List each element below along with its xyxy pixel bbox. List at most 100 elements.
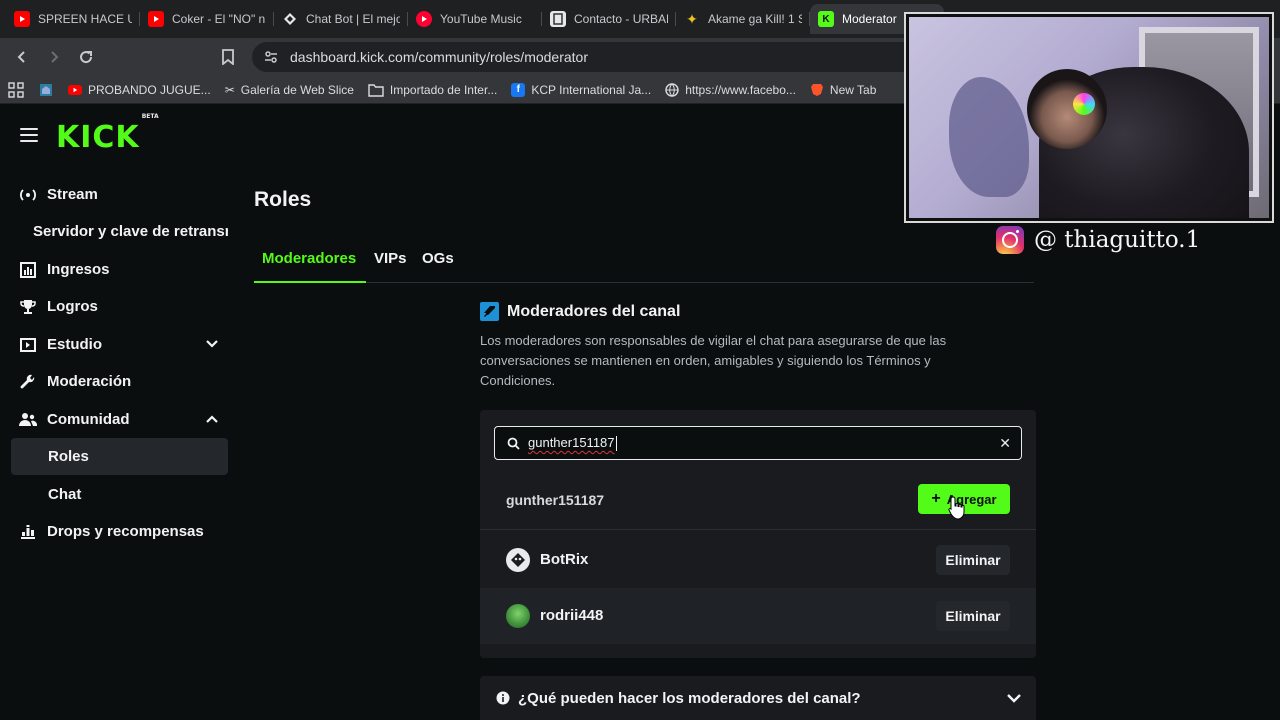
bookmark-item[interactable]: f KCP International Ja... — [511, 82, 652, 97]
apps-grid-icon[interactable] — [8, 81, 24, 98]
back-button[interactable] — [8, 43, 36, 71]
info-icon — [496, 691, 510, 705]
forward-button[interactable] — [40, 43, 68, 71]
moderator-name: rodrii448 — [540, 607, 604, 624]
brave-icon — [810, 83, 823, 96]
studio-icon — [19, 336, 37, 354]
instagram-handle: @ thiaguitto.1 — [1034, 227, 1201, 253]
sidebar-item-label: Estudio — [47, 336, 102, 353]
sidebar-item-label: Stream — [47, 186, 98, 203]
screen: SPREEN HACE UN Coker - El "NO" n Chat Bo… — [0, 0, 1280, 720]
sidebar-item-server-key[interactable]: Servidor y clave de retransm — [11, 213, 228, 250]
instagram-overlay: @ thiaguitto.1 — [996, 226, 1200, 254]
kick-logo[interactable]: KICKBETA — [56, 113, 159, 155]
bookmark-label: New Tab — [829, 82, 877, 97]
sidebar: KICKBETA Stream Servidor y clave de retr… — [0, 104, 240, 720]
hamburger-menu-icon[interactable] — [20, 128, 38, 142]
kick-icon: K — [818, 11, 834, 27]
bookmark-item[interactable]: ✂ Galería de Web Slice — [225, 83, 354, 97]
streamer-head — [1027, 69, 1107, 149]
sidebar-item-label: Roles — [48, 448, 89, 465]
folder-icon — [368, 83, 384, 97]
trophy-icon — [19, 298, 37, 316]
bookmark-house-icon[interactable] — [38, 82, 54, 98]
tab-label: YouTube Music — [440, 12, 522, 26]
facebook-icon: f — [511, 82, 526, 97]
bookmark-label: Importado de Inter... — [389, 82, 498, 97]
sidebar-item-label: Ingresos — [47, 261, 110, 278]
remove-moderator-button[interactable]: Eliminar — [936, 545, 1010, 575]
address-bar[interactable]: dashboard.kick.com/community/roles/moder… — [252, 42, 932, 72]
sidebar-item-moderacion[interactable]: Moderación — [11, 363, 228, 400]
bookmark-label: Galería de Web Slice — [240, 82, 354, 97]
browser-tab[interactable]: Contacto - URBAN — [542, 4, 676, 34]
users-icon — [19, 411, 37, 429]
logo-text: KICK — [56, 120, 140, 155]
arrow-right-icon — [51, 51, 59, 63]
sidebar-item-ingresos[interactable]: Ingresos — [11, 251, 228, 288]
chart-icon — [19, 261, 37, 279]
faq-label: ¿Qué pueden hacer los moderadores del ca… — [518, 689, 861, 707]
star-icon: ✦ — [686, 10, 698, 27]
sidebar-item-roles[interactable]: Roles — [11, 438, 228, 475]
bookmark-icon — [222, 49, 234, 65]
bookmark-item[interactable]: https://www.facebo... — [665, 83, 796, 97]
bookmark-item[interactable]: PROBANDO JUGUE... — [68, 83, 211, 97]
browser-tab[interactable]: ✦ Akame ga Kill! 1 S — [676, 4, 810, 34]
browser-tab[interactable]: YouTube Music — [408, 4, 542, 34]
globe-icon — [665, 82, 679, 97]
moderator-search-input[interactable]: gunther151187 ✕ — [494, 426, 1022, 460]
browser-tab[interactable]: Chat Bot | El mejo — [274, 4, 408, 34]
sidebar-item-chat[interactable]: Chat — [11, 476, 228, 513]
browser-tab[interactable]: SPREEN HACE UN — [6, 4, 140, 34]
sidebar-item-stream[interactable]: Stream — [11, 176, 228, 213]
sidebar-item-label: Chat — [48, 486, 82, 503]
bookmark-label: KCP International Ja... — [531, 82, 652, 97]
page-icon — [550, 11, 566, 27]
roles-tabs: Moderadores VIPs OGs — [254, 240, 1034, 283]
chevron-up-icon[interactable] — [204, 411, 220, 427]
tab-ogs[interactable]: OGs — [422, 250, 454, 267]
bookmark-star-button[interactable] — [214, 43, 242, 71]
sword-icon — [480, 302, 499, 321]
url-text: dashboard.kick.com/community/roles/moder… — [290, 49, 589, 65]
sidebar-item-drops[interactable]: Drops y recompensas — [11, 513, 228, 550]
search-value-text: gunther151187 — [528, 434, 615, 450]
diamond-icon — [282, 11, 298, 27]
sidebar-item-label: Drops y recompensas — [47, 523, 204, 540]
text-caret — [615, 436, 617, 452]
sidebar-item-label: Servidor y clave de retransm — [33, 223, 228, 240]
avatar — [506, 548, 530, 572]
youtube-icon — [14, 11, 30, 27]
bookmark-item[interactable]: New Tab — [810, 83, 876, 97]
sidebar-item-estudio[interactable]: Estudio — [11, 326, 228, 363]
bookmark-label: PROBANDO JUGUE... — [88, 82, 211, 97]
tab-vips[interactable]: VIPs — [374, 250, 407, 267]
moderator-name: BotRix — [540, 551, 589, 568]
reload-button[interactable] — [72, 43, 100, 71]
sidebar-item-label: Logros — [47, 298, 98, 315]
chevron-down-icon — [1007, 694, 1021, 703]
sidebar-item-comunidad[interactable]: Comunidad — [11, 401, 228, 438]
chevron-down-icon[interactable] — [204, 336, 220, 352]
slice-icon: ✂ — [224, 82, 235, 97]
browser-tab[interactable]: Coker - El "NO" n — [140, 4, 274, 34]
hand-cursor-icon — [948, 496, 965, 520]
close-icon[interactable]: ✕ — [999, 435, 1011, 452]
moderators-card: gunther151187 ✕ gunther151187 + Agregar … — [480, 410, 1036, 658]
section-description: Los moderadores son responsables de vigi… — [480, 333, 947, 388]
sidebar-item-logros[interactable]: Logros — [11, 288, 228, 325]
wall-shadow — [949, 77, 1029, 197]
bookmark-item[interactable]: Importado de Inter... — [368, 83, 497, 97]
remove-moderator-button[interactable]: Eliminar — [936, 601, 1010, 631]
tab-moderadores[interactable]: Moderadores — [262, 250, 356, 267]
tab-label: SPREEN HACE UN — [38, 12, 132, 26]
beta-badge: BETA — [141, 113, 159, 120]
page-title: Roles — [254, 188, 312, 211]
botrix-logo-icon — [511, 553, 525, 567]
faq-accordion[interactable]: ¿Qué pueden hacer los moderadores del ca… — [480, 676, 1036, 720]
tab-label: Contacto - URBAN — [574, 12, 668, 26]
search-value: gunther151187 — [528, 434, 617, 452]
instagram-icon — [996, 226, 1024, 254]
stream-icon — [19, 186, 37, 204]
